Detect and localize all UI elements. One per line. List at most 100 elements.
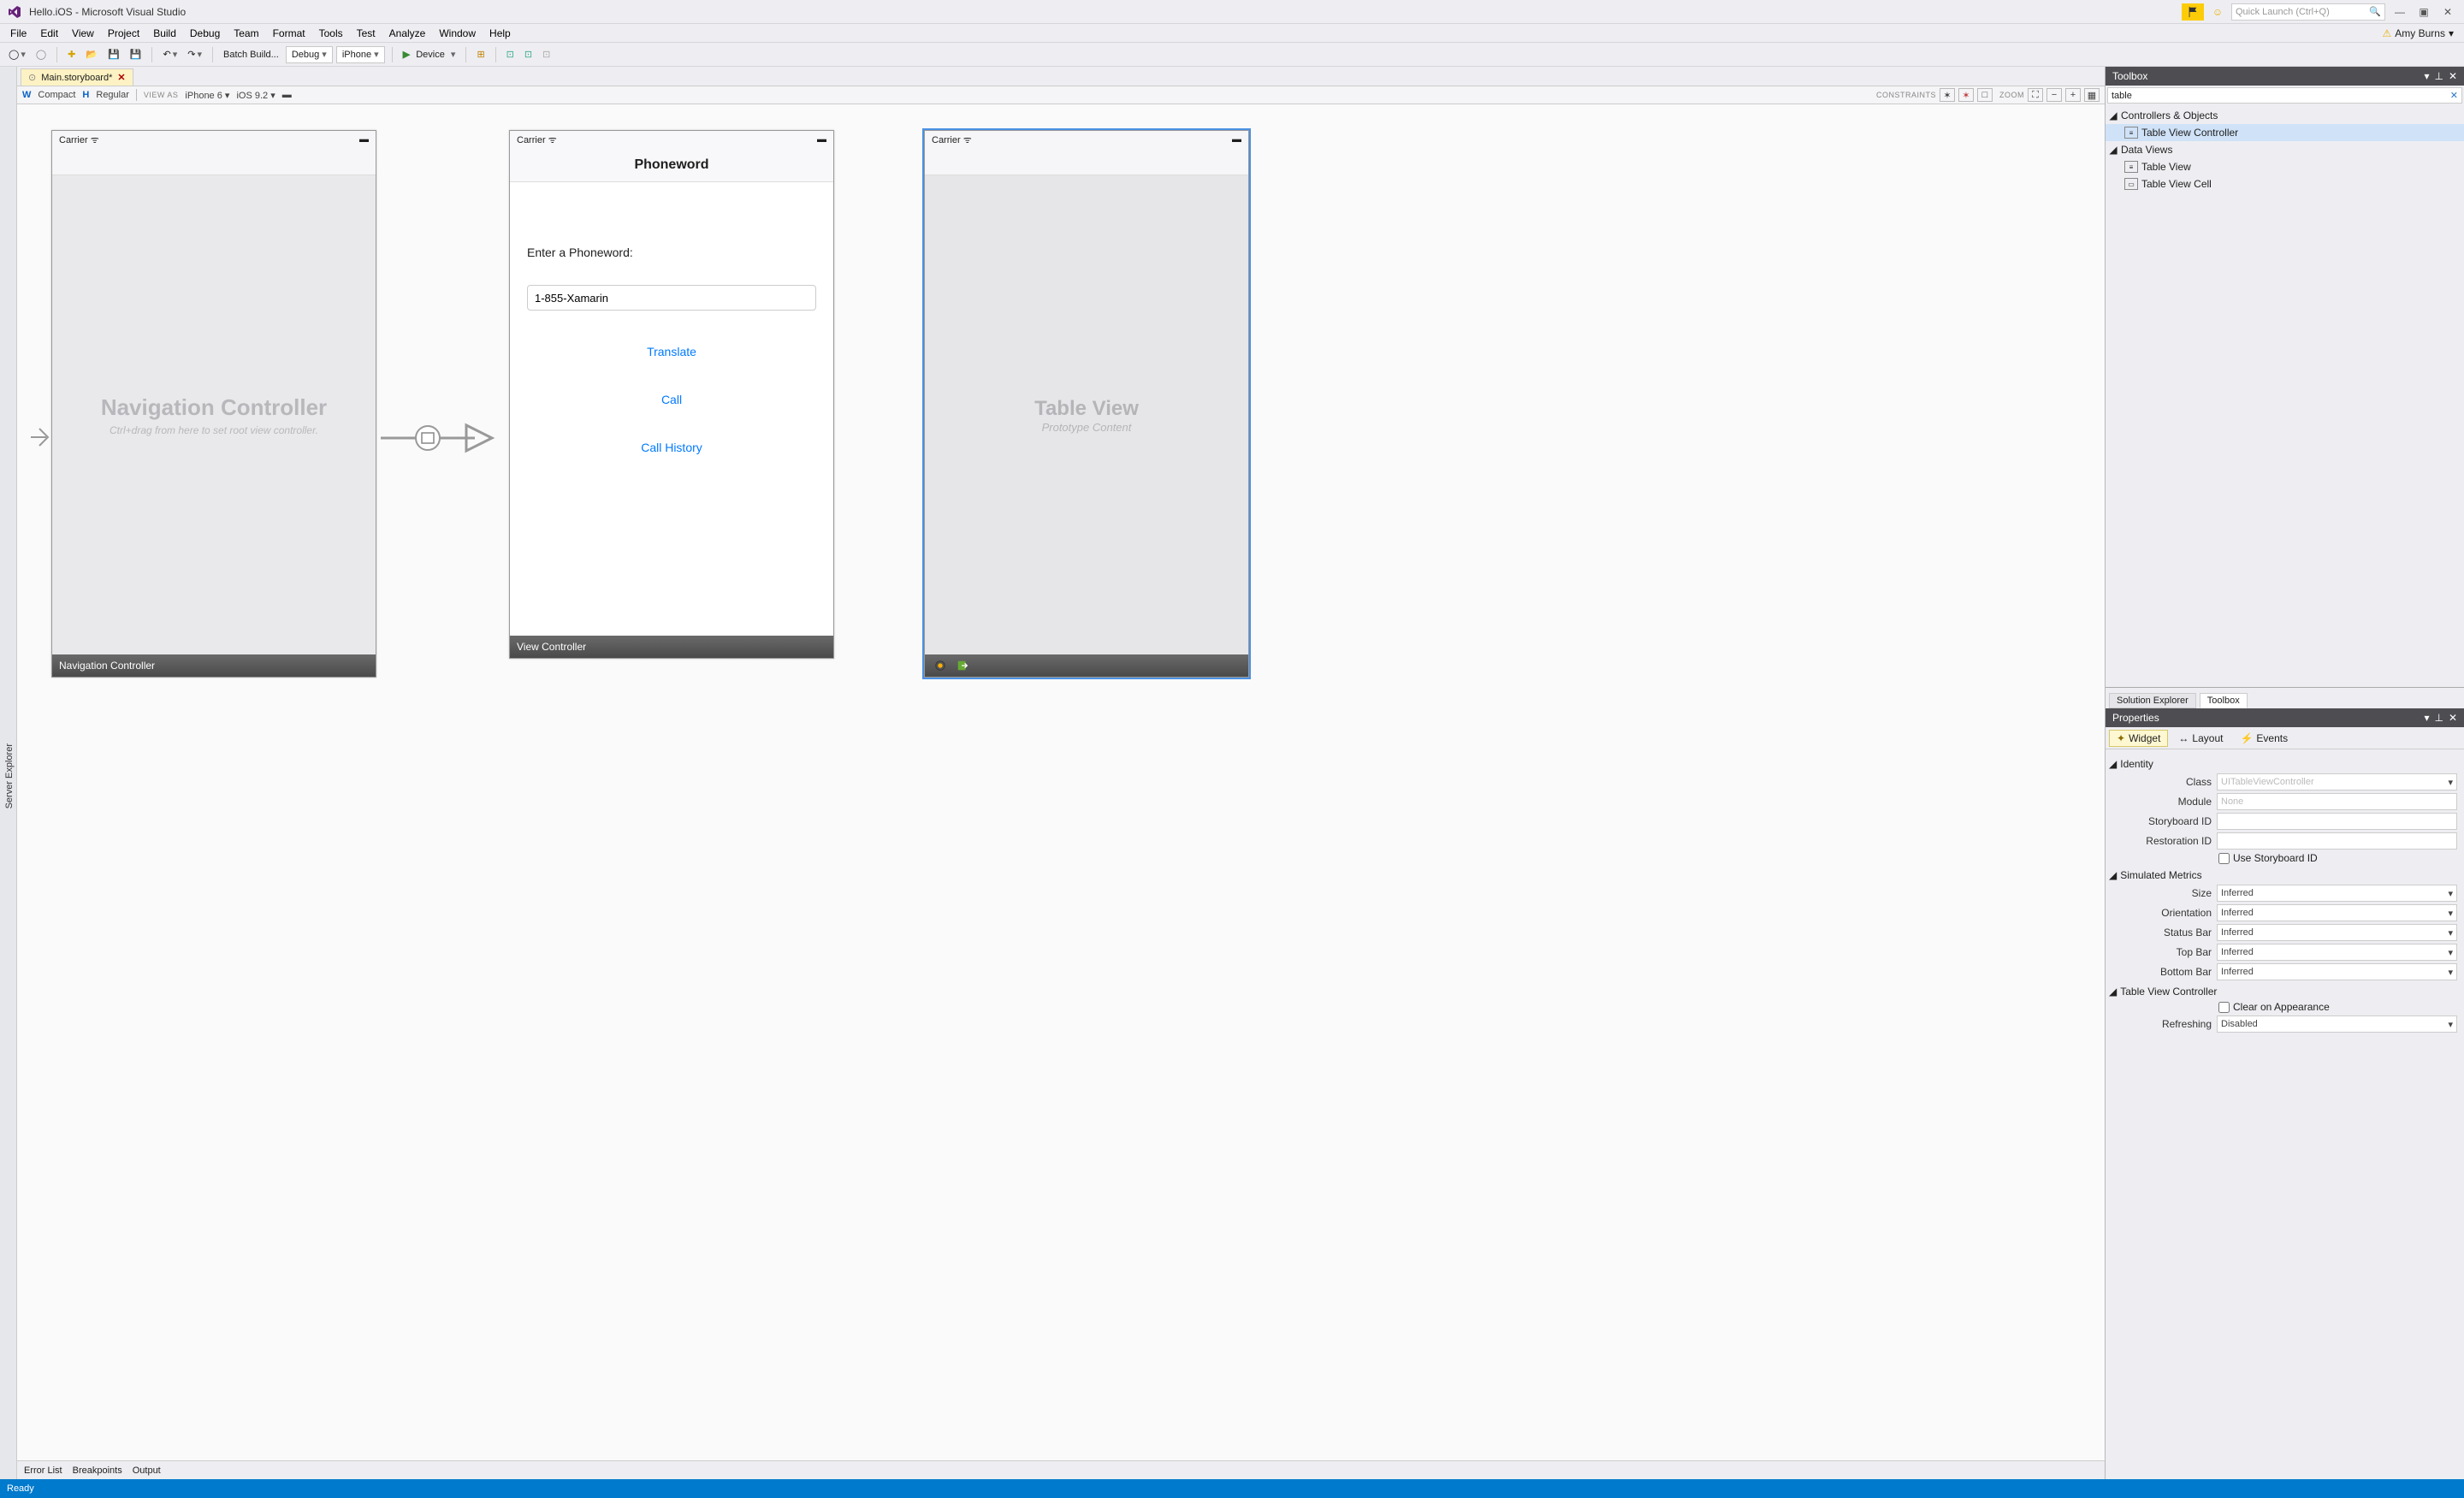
- target-combo[interactable]: iPhone ▾: [336, 46, 385, 63]
- output-tab[interactable]: Output: [133, 1465, 161, 1476]
- constraint-btn-1[interactable]: ✶: [1940, 88, 1955, 102]
- breakpoints-tab[interactable]: Breakpoints: [73, 1465, 122, 1476]
- table-view-controller-scene[interactable]: Carrier ᯤ▬ Table View Prototype Content: [924, 130, 1249, 678]
- use-storyboard-id-checkbox[interactable]: [2218, 853, 2230, 864]
- undo-button[interactable]: ↶▾: [159, 46, 181, 63]
- navigation-controller-scene[interactable]: Carrier ᯤ▬ Navigation Controller Ctrl+dr…: [51, 130, 376, 678]
- table-view-footer[interactable]: [925, 654, 1248, 677]
- device-selector[interactable]: iPhone 6 ▾: [185, 90, 229, 101]
- menu-analyze[interactable]: Analyze: [382, 26, 433, 41]
- zoom-in-btn[interactable]: +: [2065, 88, 2081, 102]
- module-field[interactable]: None: [2217, 793, 2457, 810]
- toolbox-item-tableviewcontroller[interactable]: ≡Table View Controller: [2106, 124, 2464, 141]
- menu-window[interactable]: Window: [432, 26, 483, 41]
- restoration-id-field[interactable]: [2217, 832, 2457, 850]
- pin-icon[interactable]: ⊙: [28, 72, 36, 83]
- constraint-btn-3[interactable]: □: [1977, 88, 1993, 102]
- toolbox-group-dataviews[interactable]: ◢Data Views: [2106, 141, 2464, 158]
- phoneword-input[interactable]: [527, 285, 816, 311]
- nav-forward-button[interactable]: ◯: [33, 46, 50, 63]
- ios-selector[interactable]: iOS 9.2 ▾: [236, 90, 275, 101]
- nav-controller-footer[interactable]: Navigation Controller: [52, 654, 376, 677]
- new-project-button[interactable]: ✚: [64, 46, 79, 63]
- orientation-field[interactable]: Inferred▾: [2217, 904, 2457, 921]
- top-bar-field[interactable]: Inferred▾: [2217, 944, 2457, 961]
- config-combo[interactable]: Debug ▾: [286, 46, 333, 63]
- size-field[interactable]: Inferred▾: [2217, 885, 2457, 902]
- toolbox-search[interactable]: table ✕: [2107, 87, 2462, 104]
- orientation-icon[interactable]: ▬: [282, 90, 292, 100]
- tool-icon-1[interactable]: ⊞: [473, 46, 488, 63]
- menu-format[interactable]: Format: [266, 26, 312, 41]
- clear-search-icon[interactable]: ✕: [2450, 90, 2458, 101]
- solution-explorer-tab[interactable]: Solution Explorer: [2109, 693, 2196, 708]
- size-compact[interactable]: Compact: [38, 90, 75, 100]
- save-button[interactable]: 💾: [104, 46, 123, 63]
- minimize-button[interactable]: —: [2390, 3, 2409, 21]
- view-controller-footer[interactable]: View Controller: [510, 636, 833, 658]
- batch-build-button[interactable]: Batch Build...: [220, 46, 282, 63]
- toolbox-group-controllers[interactable]: ◢Controllers & Objects: [2106, 107, 2464, 124]
- tab-events[interactable]: ⚡Events: [2233, 731, 2295, 746]
- root-segue-icon[interactable]: [381, 421, 500, 455]
- start-debug-button[interactable]: ▶ Device ▾: [400, 46, 459, 63]
- panel-pin-icon[interactable]: ⊥: [2434, 712, 2443, 724]
- user-name[interactable]: Amy Burns: [2395, 27, 2445, 39]
- user-dropdown-icon[interactable]: ▾: [2449, 27, 2454, 39]
- panel-close-icon[interactable]: ✕: [2449, 712, 2457, 724]
- menu-test[interactable]: Test: [350, 26, 382, 41]
- maximize-button[interactable]: ▣: [2414, 3, 2433, 21]
- class-field[interactable]: UITableViewController▾: [2217, 773, 2457, 790]
- scene-exit-icon[interactable]: [954, 659, 971, 672]
- size-regular[interactable]: Regular: [96, 90, 129, 100]
- group-table-view-controller[interactable]: ◢Table View Controller: [2109, 986, 2457, 998]
- tool-icon-4[interactable]: ⊡: [539, 46, 554, 63]
- error-list-tab[interactable]: Error List: [24, 1465, 62, 1476]
- translate-button[interactable]: Translate: [527, 345, 816, 358]
- tab-layout[interactable]: ↔Layout: [2171, 731, 2230, 746]
- notification-flag-icon[interactable]: [2182, 3, 2204, 21]
- panel-pin-icon[interactable]: ⊥: [2434, 70, 2443, 82]
- menu-team[interactable]: Team: [227, 26, 265, 41]
- menu-debug[interactable]: Debug: [183, 26, 227, 41]
- call-history-button[interactable]: Call History: [527, 441, 816, 454]
- bottom-bar-field[interactable]: Inferred▾: [2217, 963, 2457, 980]
- open-file-button[interactable]: 📂: [82, 46, 101, 63]
- toolbox-tab[interactable]: Toolbox: [2200, 693, 2248, 708]
- constraint-btn-2[interactable]: ✶: [1958, 88, 1974, 102]
- storyboard-id-field[interactable]: [2217, 813, 2457, 830]
- zoom-fit-btn[interactable]: ⛶: [2028, 88, 2043, 102]
- tab-widget[interactable]: ✦Widget: [2109, 730, 2168, 747]
- zoom-out-btn[interactable]: −: [2046, 88, 2062, 102]
- menu-build[interactable]: Build: [146, 26, 183, 41]
- server-explorer-tab[interactable]: Server Explorer: [3, 740, 16, 812]
- menu-help[interactable]: Help: [483, 26, 518, 41]
- quick-launch-input[interactable]: Quick Launch (Ctrl+Q)🔍: [2231, 3, 2385, 21]
- clear-on-appearance-checkbox[interactable]: [2218, 1002, 2230, 1013]
- feedback-smile-icon[interactable]: ☺: [2209, 3, 2226, 21]
- tool-icon-3[interactable]: ⊡: [521, 46, 536, 63]
- toolbox-panel-header[interactable]: Toolbox ▾⊥✕: [2106, 67, 2464, 86]
- menu-project[interactable]: Project: [101, 26, 146, 41]
- refreshing-field[interactable]: Disabled▾: [2217, 1015, 2457, 1033]
- menu-view[interactable]: View: [65, 26, 101, 41]
- menu-edit[interactable]: Edit: [33, 26, 65, 41]
- toolbox-item-tableview[interactable]: ≡Table View: [2106, 158, 2464, 175]
- doc-tab-storyboard[interactable]: ⊙ Main.storyboard* ✕: [21, 68, 133, 86]
- status-bar-field[interactable]: Inferred▾: [2217, 924, 2457, 941]
- properties-panel-header[interactable]: Properties ▾⊥✕: [2106, 708, 2464, 727]
- nav-back-button[interactable]: ◯▾: [5, 46, 29, 63]
- view-controller-scene[interactable]: Carrier ᯤ▬ Phoneword Enter a Phoneword: …: [509, 130, 834, 659]
- panel-close-icon[interactable]: ✕: [2449, 70, 2457, 82]
- redo-button[interactable]: ↷▾: [184, 46, 205, 63]
- save-all-button[interactable]: 💾: [127, 46, 145, 63]
- close-tab-icon[interactable]: ✕: [117, 72, 125, 83]
- storyboard-canvas[interactable]: Carrier ᯤ▬ Navigation Controller Ctrl+dr…: [17, 104, 2105, 1460]
- menu-file[interactable]: File: [3, 26, 33, 41]
- menu-tools[interactable]: Tools: [312, 26, 350, 41]
- toolbox-item-tableviewcell[interactable]: ▭Table View Cell: [2106, 175, 2464, 192]
- call-button[interactable]: Call: [527, 393, 816, 406]
- tool-icon-2[interactable]: ⊡: [503, 46, 518, 63]
- zoom-100-btn[interactable]: ▦: [2084, 88, 2100, 102]
- group-simulated-metrics[interactable]: ◢Simulated Metrics: [2109, 869, 2457, 881]
